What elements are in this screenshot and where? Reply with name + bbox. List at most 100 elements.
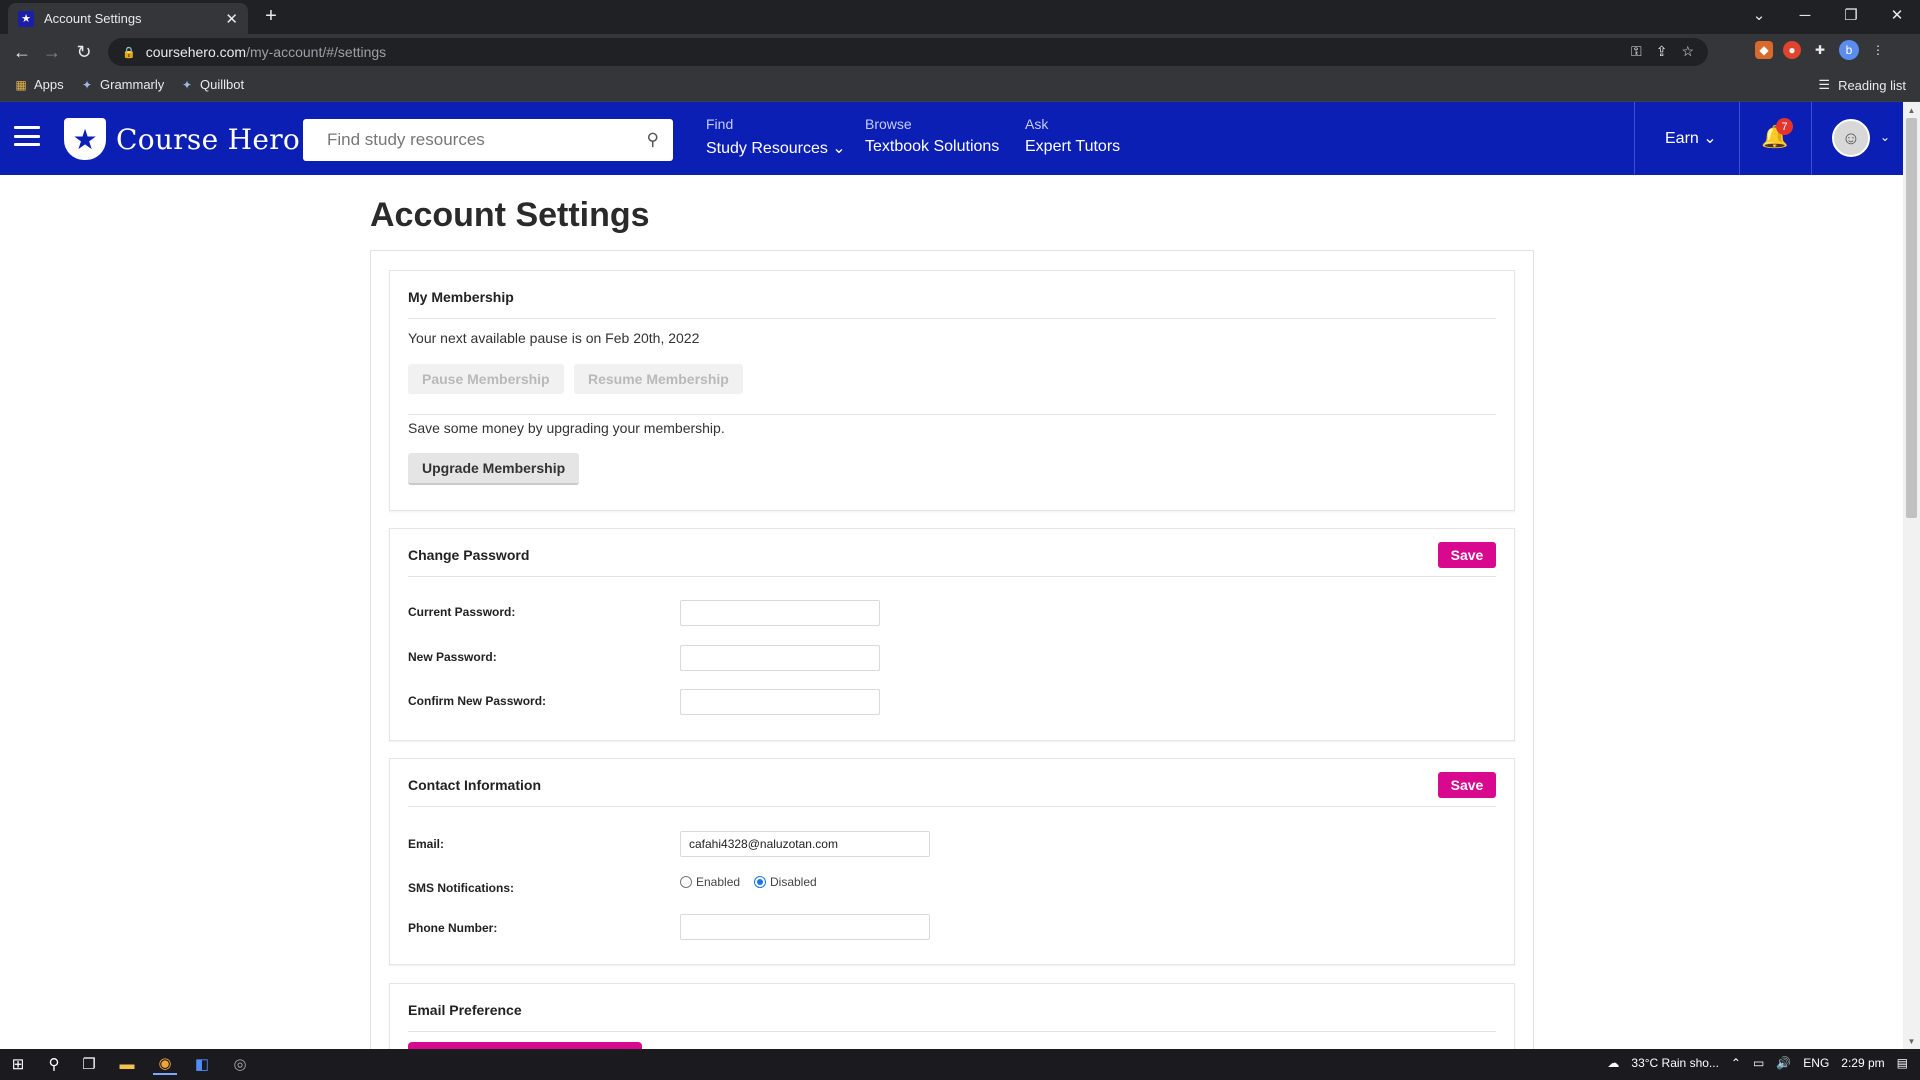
url-path: /my-account/#/settings [246,44,387,60]
new-password-field[interactable] [680,645,880,671]
nav-textbook-solutions[interactable]: Browse Textbook Solutions [865,116,999,156]
nav-small-label: Find [706,116,734,132]
page-title: Account Settings [370,196,650,234]
browser-tab-active[interactable]: ★ Account Settings ✕ [8,3,248,34]
card-title: My Membership [408,289,514,305]
reading-list-label: Reading list [1838,77,1906,93]
forward-icon[interactable]: → [40,40,64,64]
logo[interactable]: ★ Course Hero [64,118,300,160]
pause-info-text: Your next available pause is on Feb 20th… [408,330,700,346]
card-title: Contact Information [408,777,541,793]
close-window-button[interactable]: ✕ [1874,0,1920,30]
hamburger-menu-icon[interactable] [14,126,40,146]
confirm-password-label: Confirm New Password: [408,694,547,708]
phone-number-field[interactable] [680,914,930,940]
back-icon[interactable]: ← [10,40,34,64]
bookmark-grammarly[interactable]: ✦ Grammarly [80,77,164,92]
nav-small-label: Ask [1025,116,1049,132]
extensions-puzzle-icon[interactable]: ✚ [1811,41,1829,59]
star-icon: ★ [18,10,34,27]
key-icon[interactable]: ⚿ [1631,43,1642,60]
sms-notifications-label: SMS Notifications: [408,881,515,895]
search-input[interactable] [327,130,647,150]
email-preference-card: Email Preference [389,983,1515,1053]
divider [408,414,1496,415]
save-password-button[interactable]: Save [1438,542,1496,568]
search-icon[interactable]: ⚲ [647,130,659,150]
bookmark-apps[interactable]: ▦ Apps [14,77,63,92]
browser-toolbar: ← → ↻ 🔒 coursehero.com/my-account/#/sett… [0,34,1920,70]
notification-badge: 7 [1776,118,1793,135]
sms-enabled-option[interactable]: Enabled [680,875,740,889]
notifications-icon[interactable]: ▤ [1897,1056,1908,1070]
header-divider [1739,102,1740,175]
weather-text[interactable]: 33°C Rain sho... [1631,1056,1719,1070]
quillbot-icon: ✦ [181,77,193,92]
chrome-icon[interactable]: ◉ [153,1053,177,1075]
share-icon[interactable]: ⇪ [1656,43,1668,60]
vscode-icon[interactable]: ◧ [190,1053,214,1075]
minimize-button[interactable]: ─ [1782,0,1828,30]
header-divider [1811,102,1812,175]
scroll-down-icon[interactable]: ▼ [1903,1034,1920,1048]
windows-start-icon[interactable]: ⊞ [6,1053,30,1075]
reload-icon[interactable]: ↻ [72,40,96,64]
email-field[interactable] [680,831,930,857]
chevron-up-icon[interactable]: ⌃ [1731,1056,1741,1070]
earn-menu[interactable]: Earn ⌄ [1665,128,1717,148]
new-tab-button[interactable]: + [260,6,282,28]
nav-small-label: Browse [865,116,912,132]
file-explorer-icon[interactable]: ▬ [115,1053,139,1075]
kebab-menu-icon[interactable]: ⋮ [1869,41,1887,59]
sms-disabled-radio[interactable] [754,876,766,888]
clock[interactable]: 2:29 pm [1841,1056,1884,1070]
confirm-password-field[interactable] [680,689,880,715]
change-password-card: Change Password Save Current Password: N… [389,528,1515,741]
volume-icon[interactable]: 🔊 [1776,1056,1791,1070]
pause-membership-button[interactable]: Pause Membership [408,364,564,394]
bookmark-star-icon[interactable]: ☆ [1681,43,1694,60]
search-icon[interactable]: ⚲ [42,1053,66,1075]
nav-study-resources[interactable]: Find Study Resources ⌄ [706,116,846,158]
extension-fox-icon[interactable]: ◆ [1755,41,1773,59]
lock-icon: 🔒 [122,46,136,59]
upgrade-membership-button[interactable]: Upgrade Membership [408,453,580,485]
profile-avatar[interactable]: b [1839,40,1859,60]
chevron-down-icon[interactable]: ⌄ [1880,130,1890,144]
card-title: Change Password [408,547,530,563]
system-tray: ☁ 33°C Rain sho... ⌃ ▭ 🔊 ENG 2:29 pm ▤ [1607,1056,1908,1070]
close-icon[interactable]: ✕ [225,10,238,28]
sms-disabled-option[interactable]: Disabled [754,875,817,889]
task-view-icon[interactable]: ❐ [77,1053,101,1075]
app-icon[interactable]: ◎ [228,1053,252,1075]
grammarly-icon: ✦ [81,77,93,92]
network-icon[interactable]: ▭ [1753,1056,1764,1070]
scrollbar-thumb[interactable] [1906,118,1917,518]
upgrade-info-text: Save some money by upgrading your member… [408,420,725,436]
extension-shield-icon[interactable]: ● [1783,41,1801,59]
sms-enabled-radio[interactable] [680,876,692,888]
bookmark-quillbot[interactable]: ✦ Quillbot [180,77,244,92]
scroll-up-icon[interactable]: ▲ [1903,103,1920,117]
divider [408,318,1496,319]
save-contact-button[interactable]: Save [1438,772,1496,798]
tab-title: Account Settings [44,11,142,26]
avatar[interactable]: ☺ [1832,119,1870,157]
card-title: Email Preference [408,1002,522,1018]
divider [408,1031,1496,1032]
url-host: coursehero.com [145,44,247,60]
current-password-field[interactable] [680,600,880,626]
address-bar[interactable]: 🔒 coursehero.com/my-account/#/settings ⚿… [108,38,1708,66]
current-password-label: Current Password: [408,605,516,619]
phone-number-label: Phone Number: [408,921,498,935]
header-divider [1634,102,1635,175]
language-indicator[interactable]: ENG [1803,1056,1829,1070]
email-label: Email: [408,837,445,851]
nav-big-label: Study Resources ⌄ [706,140,846,157]
tab-search-icon[interactable]: ⌄ [1736,0,1782,30]
shield-star-icon: ★ [64,118,106,160]
reading-list[interactable]: ☰ Reading list [1818,77,1906,93]
resume-membership-button[interactable]: Resume Membership [574,364,743,394]
nav-expert-tutors[interactable]: Ask Expert Tutors [1025,116,1120,156]
restore-button[interactable]: ❐ [1828,0,1874,30]
